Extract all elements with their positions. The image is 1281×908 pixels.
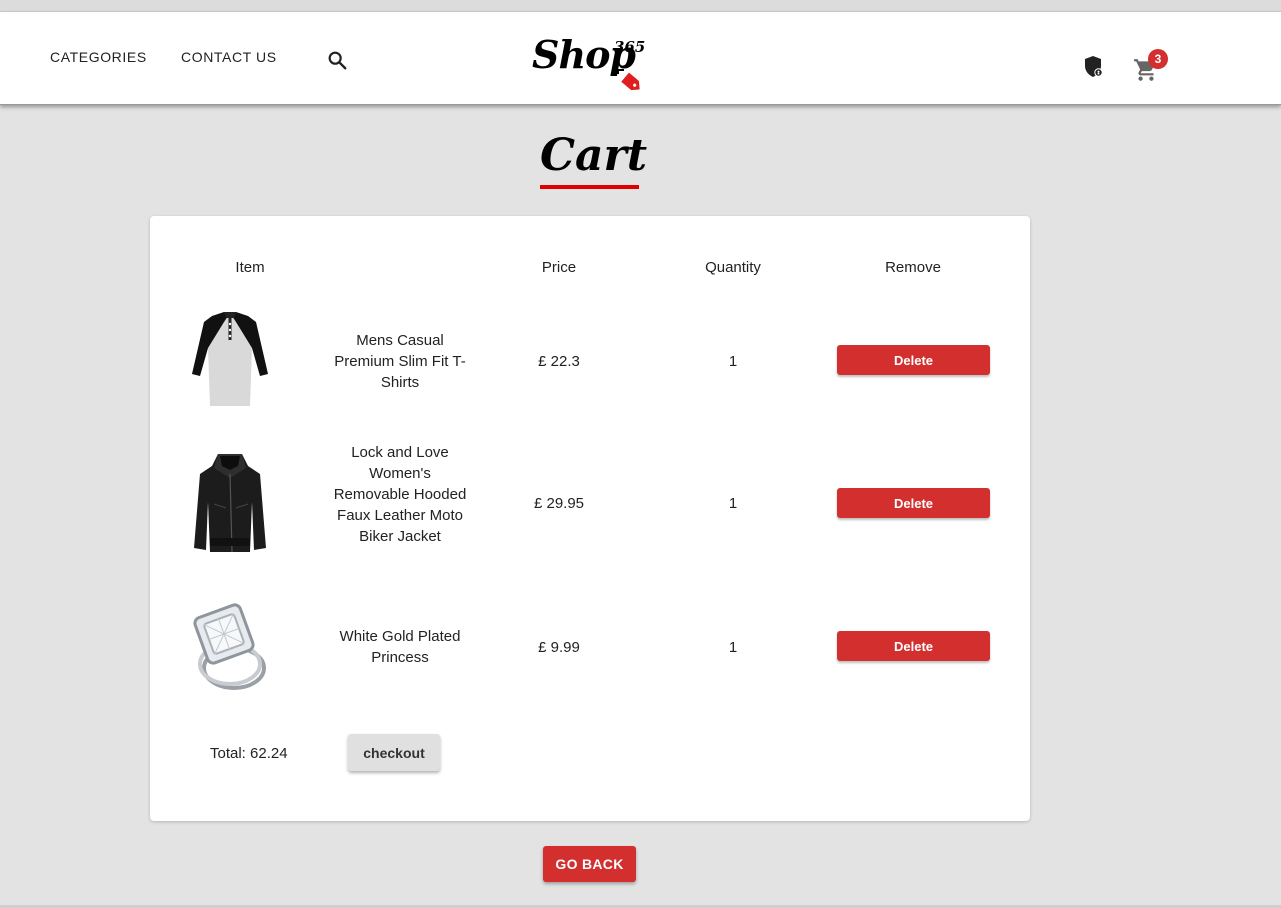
page-title: Cart xyxy=(540,130,648,181)
cart-row: White Gold Plated Princess £ 9.99 1 Dele… xyxy=(150,590,1030,710)
column-header-quantity: Quantity xyxy=(705,259,761,276)
cart-row: Mens Casual Premium Slim Fit T-Shirts £ … xyxy=(150,302,1030,422)
title-underline xyxy=(540,185,639,189)
checkout-button[interactable]: checkout xyxy=(348,734,440,771)
shop365-logo[interactable]: Shop 365 xyxy=(530,28,655,98)
item-quantity: 1 xyxy=(728,353,738,370)
item-name: Mens Casual Premium Slim Fit T-Shirts xyxy=(334,332,466,391)
delete-button[interactable]: Delete xyxy=(837,488,990,518)
top-navbar: CATEGORIES CONTACT US Shop 365 3 xyxy=(0,12,1281,105)
nav-categories-link[interactable]: CATEGORIES xyxy=(50,49,147,65)
cart-row: Lock and Love Women's Removable Hooded F… xyxy=(150,442,1030,568)
column-header-price: Price xyxy=(541,259,577,276)
jacket-image xyxy=(194,454,266,552)
browser-chrome-strip xyxy=(0,0,1281,12)
cart-count-badge: 3 xyxy=(1148,49,1168,69)
delete-button[interactable]: Delete xyxy=(837,345,990,375)
shield-user-icon[interactable] xyxy=(1083,55,1105,79)
price-tag-icon xyxy=(617,69,640,91)
go-back-button[interactable]: GO BACK xyxy=(543,846,636,882)
item-name: White Gold Plated Princess xyxy=(339,628,461,666)
item-price: £ 22.3 xyxy=(538,353,580,370)
column-header-remove: Remove xyxy=(885,259,941,276)
t-shirt-image xyxy=(192,312,268,406)
ring-image xyxy=(193,603,266,690)
cart-total: Total: 62.24 xyxy=(210,745,288,762)
item-quantity: 1 xyxy=(728,639,738,656)
item-name: Lock and Love Women's Removable Hooded F… xyxy=(333,444,467,545)
item-quantity: 1 xyxy=(728,495,738,512)
cart-table-card: Item Price Quantity Remove Mens Casual P… xyxy=(150,216,1030,821)
item-price: £ 9.99 xyxy=(538,639,580,656)
logo-number: 365 xyxy=(614,38,646,56)
column-header-item: Item xyxy=(235,259,265,276)
delete-button[interactable]: Delete xyxy=(837,631,990,661)
item-price: £ 29.95 xyxy=(533,495,585,512)
nav-contact-link[interactable]: CONTACT US xyxy=(181,49,277,65)
search-icon[interactable] xyxy=(326,49,348,71)
